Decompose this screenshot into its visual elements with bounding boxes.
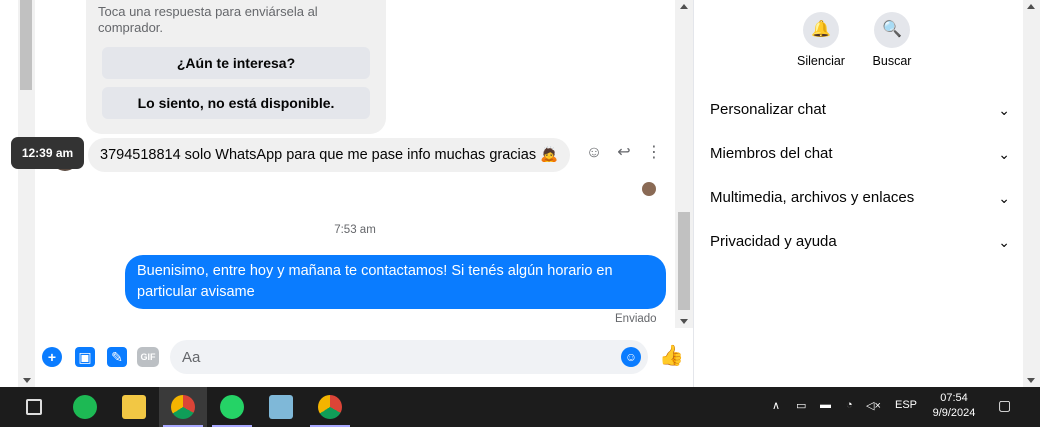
section-label: Privacidad y ayuda — [710, 233, 837, 250]
taskbar-whatsapp[interactable] — [208, 387, 256, 427]
quick-reply-hint: Toca una respuesta para enviársela al co… — [98, 4, 318, 35]
page-scroll-up-arrow[interactable] — [1027, 4, 1035, 9]
search-icon[interactable]: 🔍 — [874, 12, 910, 48]
section-chat-members[interactable]: Miembros del chat ⌄ — [710, 142, 1010, 166]
wifi-icon[interactable]: ◔ — [846, 399, 853, 411]
react-icon[interactable]: ☺ — [585, 144, 603, 162]
chat-scroll-up-arrow[interactable] — [680, 4, 688, 9]
mute-action[interactable]: 🔔 Silenciar — [781, 12, 861, 68]
section-customize-chat[interactable]: Personalizar chat ⌄ — [710, 98, 1010, 122]
folder-icon — [122, 395, 146, 419]
incoming-message: 3794518814 solo WhatsApp para que me pas… — [88, 138, 571, 172]
chevron-down-icon: ⌄ — [998, 234, 1010, 250]
bell-icon[interactable]: 🔔 — [803, 12, 839, 48]
show-hidden-icons[interactable]: ∧ — [772, 399, 780, 412]
battery-icon[interactable]: ▬ — [820, 399, 831, 411]
search-label: Buscar — [872, 54, 912, 68]
plus-icon[interactable]: + — [42, 347, 62, 367]
quick-reply-not-available[interactable]: Lo siento, no está disponible. — [102, 87, 370, 119]
section-label: Personalizar chat — [710, 101, 826, 118]
taskbar: ∧ ▭ ▬ ◔ ◁× ESP 07:54 9/9/2024 ▢ — [0, 387, 1040, 427]
outer-scroll-down-arrow[interactable] — [23, 378, 31, 383]
gif-icon[interactable]: GIF — [137, 347, 159, 367]
clock-time: 07:54 — [940, 392, 968, 404]
sticker-icon[interactable]: ✎ — [107, 347, 127, 367]
mute-label: Silenciar — [797, 54, 845, 68]
notepad-icon — [269, 395, 293, 419]
emoji-icon[interactable]: ☺ — [621, 347, 641, 367]
task-view-icon — [26, 399, 42, 415]
chat-scrollbar[interactable] — [675, 0, 693, 328]
reply-icon[interactable]: ↩ — [615, 144, 633, 162]
chrome-profile-icon — [318, 395, 342, 419]
chrome-icon — [171, 395, 195, 419]
seen-avatar — [642, 182, 656, 196]
chat-area: Toca una respuesta para enviársela al co… — [35, 0, 675, 387]
like-icon[interactable]: 👍 — [659, 344, 684, 368]
outer-scrollbar[interactable] — [18, 0, 35, 387]
page-scroll-down-arrow[interactable] — [1027, 378, 1035, 383]
page-scrollbar[interactable] — [1023, 0, 1040, 387]
spotify-icon — [73, 395, 97, 419]
clock[interactable]: 07:54 9/9/2024 — [924, 391, 984, 421]
message-input[interactable] — [170, 340, 648, 374]
photo-icon[interactable]: ▣ — [75, 347, 95, 367]
chat-info-panel: 🔔 Silenciar 🔍 Buscar Personalizar chat ⌄… — [694, 0, 1023, 387]
quick-reply-still-interested[interactable]: ¿Aún te interesa? — [102, 47, 370, 79]
section-media-files[interactable]: Multimedia, archivos y enlaces ⌄ — [710, 186, 1010, 210]
chevron-down-icon: ⌄ — [998, 102, 1010, 118]
message-actions: ☺ ↩ ⋮ — [585, 144, 663, 164]
taskbar-spotify[interactable] — [61, 387, 109, 427]
taskbar-chrome-profile[interactable] — [306, 387, 354, 427]
outgoing-message: Buenisimo, entre hoy y mañana te contact… — [125, 255, 666, 309]
taskbar-notepad[interactable] — [257, 387, 305, 427]
taskbar-chrome[interactable] — [159, 387, 207, 427]
section-label: Multimedia, archivos y enlaces — [710, 189, 915, 206]
composer: + ▣ ✎ GIF ☺ 👍 — [35, 337, 693, 377]
notifications-icon[interactable]: ▢ — [998, 397, 1011, 414]
chat-scrollbar-thumb[interactable] — [678, 212, 690, 310]
volume-muted-icon[interactable]: ◁× — [866, 399, 881, 412]
screen: Toca una respuesta para enviársela al co… — [0, 0, 1040, 427]
search-action[interactable]: 🔍 Buscar — [852, 12, 932, 68]
more-options-icon[interactable]: ⋮ — [645, 144, 663, 162]
message-status: Enviado — [615, 313, 657, 325]
whatsapp-icon — [220, 395, 244, 419]
outer-scrollbar-thumb[interactable] — [20, 0, 32, 90]
taskbar-file-explorer[interactable] — [110, 387, 158, 427]
quick-reply-card: Toca una respuesta para enviársela al co… — [86, 0, 386, 134]
chevron-down-icon: ⌄ — [998, 190, 1010, 206]
meet-now-icon[interactable]: ▭ — [796, 399, 806, 412]
section-privacy-help[interactable]: Privacidad y ayuda ⌄ — [710, 230, 1010, 254]
section-label: Miembros del chat — [710, 145, 833, 162]
time-separator: 7:53 am — [334, 224, 376, 236]
language-indicator[interactable]: ESP — [895, 399, 917, 411]
chevron-down-icon: ⌄ — [998, 146, 1010, 162]
time-tooltip: 12:39 am — [11, 137, 84, 169]
clock-date: 9/9/2024 — [932, 407, 976, 419]
task-view-button[interactable] — [10, 387, 58, 427]
chat-scroll-down-arrow[interactable] — [680, 319, 688, 324]
